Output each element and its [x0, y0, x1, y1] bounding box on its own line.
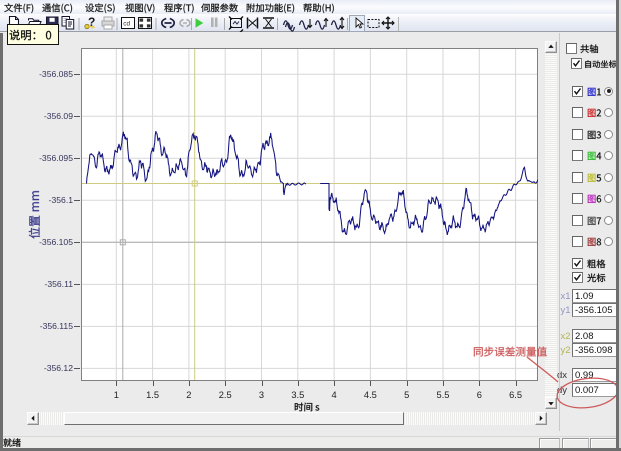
svg-text:cd: cd [123, 21, 130, 28]
